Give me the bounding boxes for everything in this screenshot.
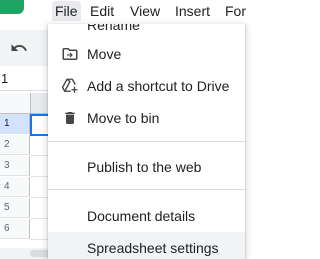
menu-item-label: Publish to the web xyxy=(87,159,202,175)
menu-item-publish[interactable]: Publish to the web xyxy=(48,151,245,183)
menu-item-label: Move xyxy=(87,46,122,62)
menu-edit[interactable]: Edit xyxy=(87,1,117,21)
menu-item-move-to-bin[interactable]: Move to bin xyxy=(48,102,245,134)
trash-icon xyxy=(60,108,80,128)
menu-divider xyxy=(48,141,245,142)
move-folder-icon xyxy=(60,44,80,64)
menu-item-move[interactable]: Move xyxy=(48,38,245,70)
scrollbar-thumb[interactable] xyxy=(30,250,50,257)
menu-item-add-shortcut[interactable]: Add a shortcut to Drive xyxy=(48,70,245,102)
menu-item-rename[interactable]: Rename xyxy=(48,24,245,36)
undo-icon xyxy=(11,44,27,51)
menu-item-label: Add a shortcut to Drive xyxy=(87,78,230,94)
menu-item-label: Rename xyxy=(87,24,140,33)
menu-insert[interactable]: Insert xyxy=(172,1,213,21)
menu-item-document-details[interactable]: Document details xyxy=(48,200,245,232)
row-header[interactable]: 2 xyxy=(0,135,30,155)
menu-file[interactable]: File xyxy=(52,1,81,21)
name-box-value: 1 xyxy=(1,71,9,86)
undo-button[interactable] xyxy=(8,37,30,59)
row-header[interactable]: 4 xyxy=(0,177,30,197)
menu-item-label: Spreadsheet settings xyxy=(87,240,219,256)
menu-item-label: Document details xyxy=(87,208,196,224)
row-header[interactable]: 3 xyxy=(0,156,30,176)
menu-divider xyxy=(48,189,245,190)
file-menu: Rename Move Add a shortcut to Drive Move… xyxy=(48,24,245,259)
menu-item-spreadsheet-settings[interactable]: Spreadsheet settings xyxy=(48,232,245,259)
menu-item-label: Move to bin xyxy=(87,110,160,126)
menubar: File Edit View Insert For xyxy=(48,0,246,24)
menu-view[interactable]: View xyxy=(127,1,163,21)
row-header[interactable]: 5 xyxy=(0,198,30,218)
menu-format[interactable]: For xyxy=(222,1,249,21)
row-header[interactable]: 6 xyxy=(0,219,30,239)
select-all-corner[interactable] xyxy=(0,93,31,113)
add-shortcut-icon xyxy=(60,76,80,96)
row-header[interactable]: 1 xyxy=(0,114,30,134)
sheets-logo[interactable] xyxy=(0,0,24,14)
